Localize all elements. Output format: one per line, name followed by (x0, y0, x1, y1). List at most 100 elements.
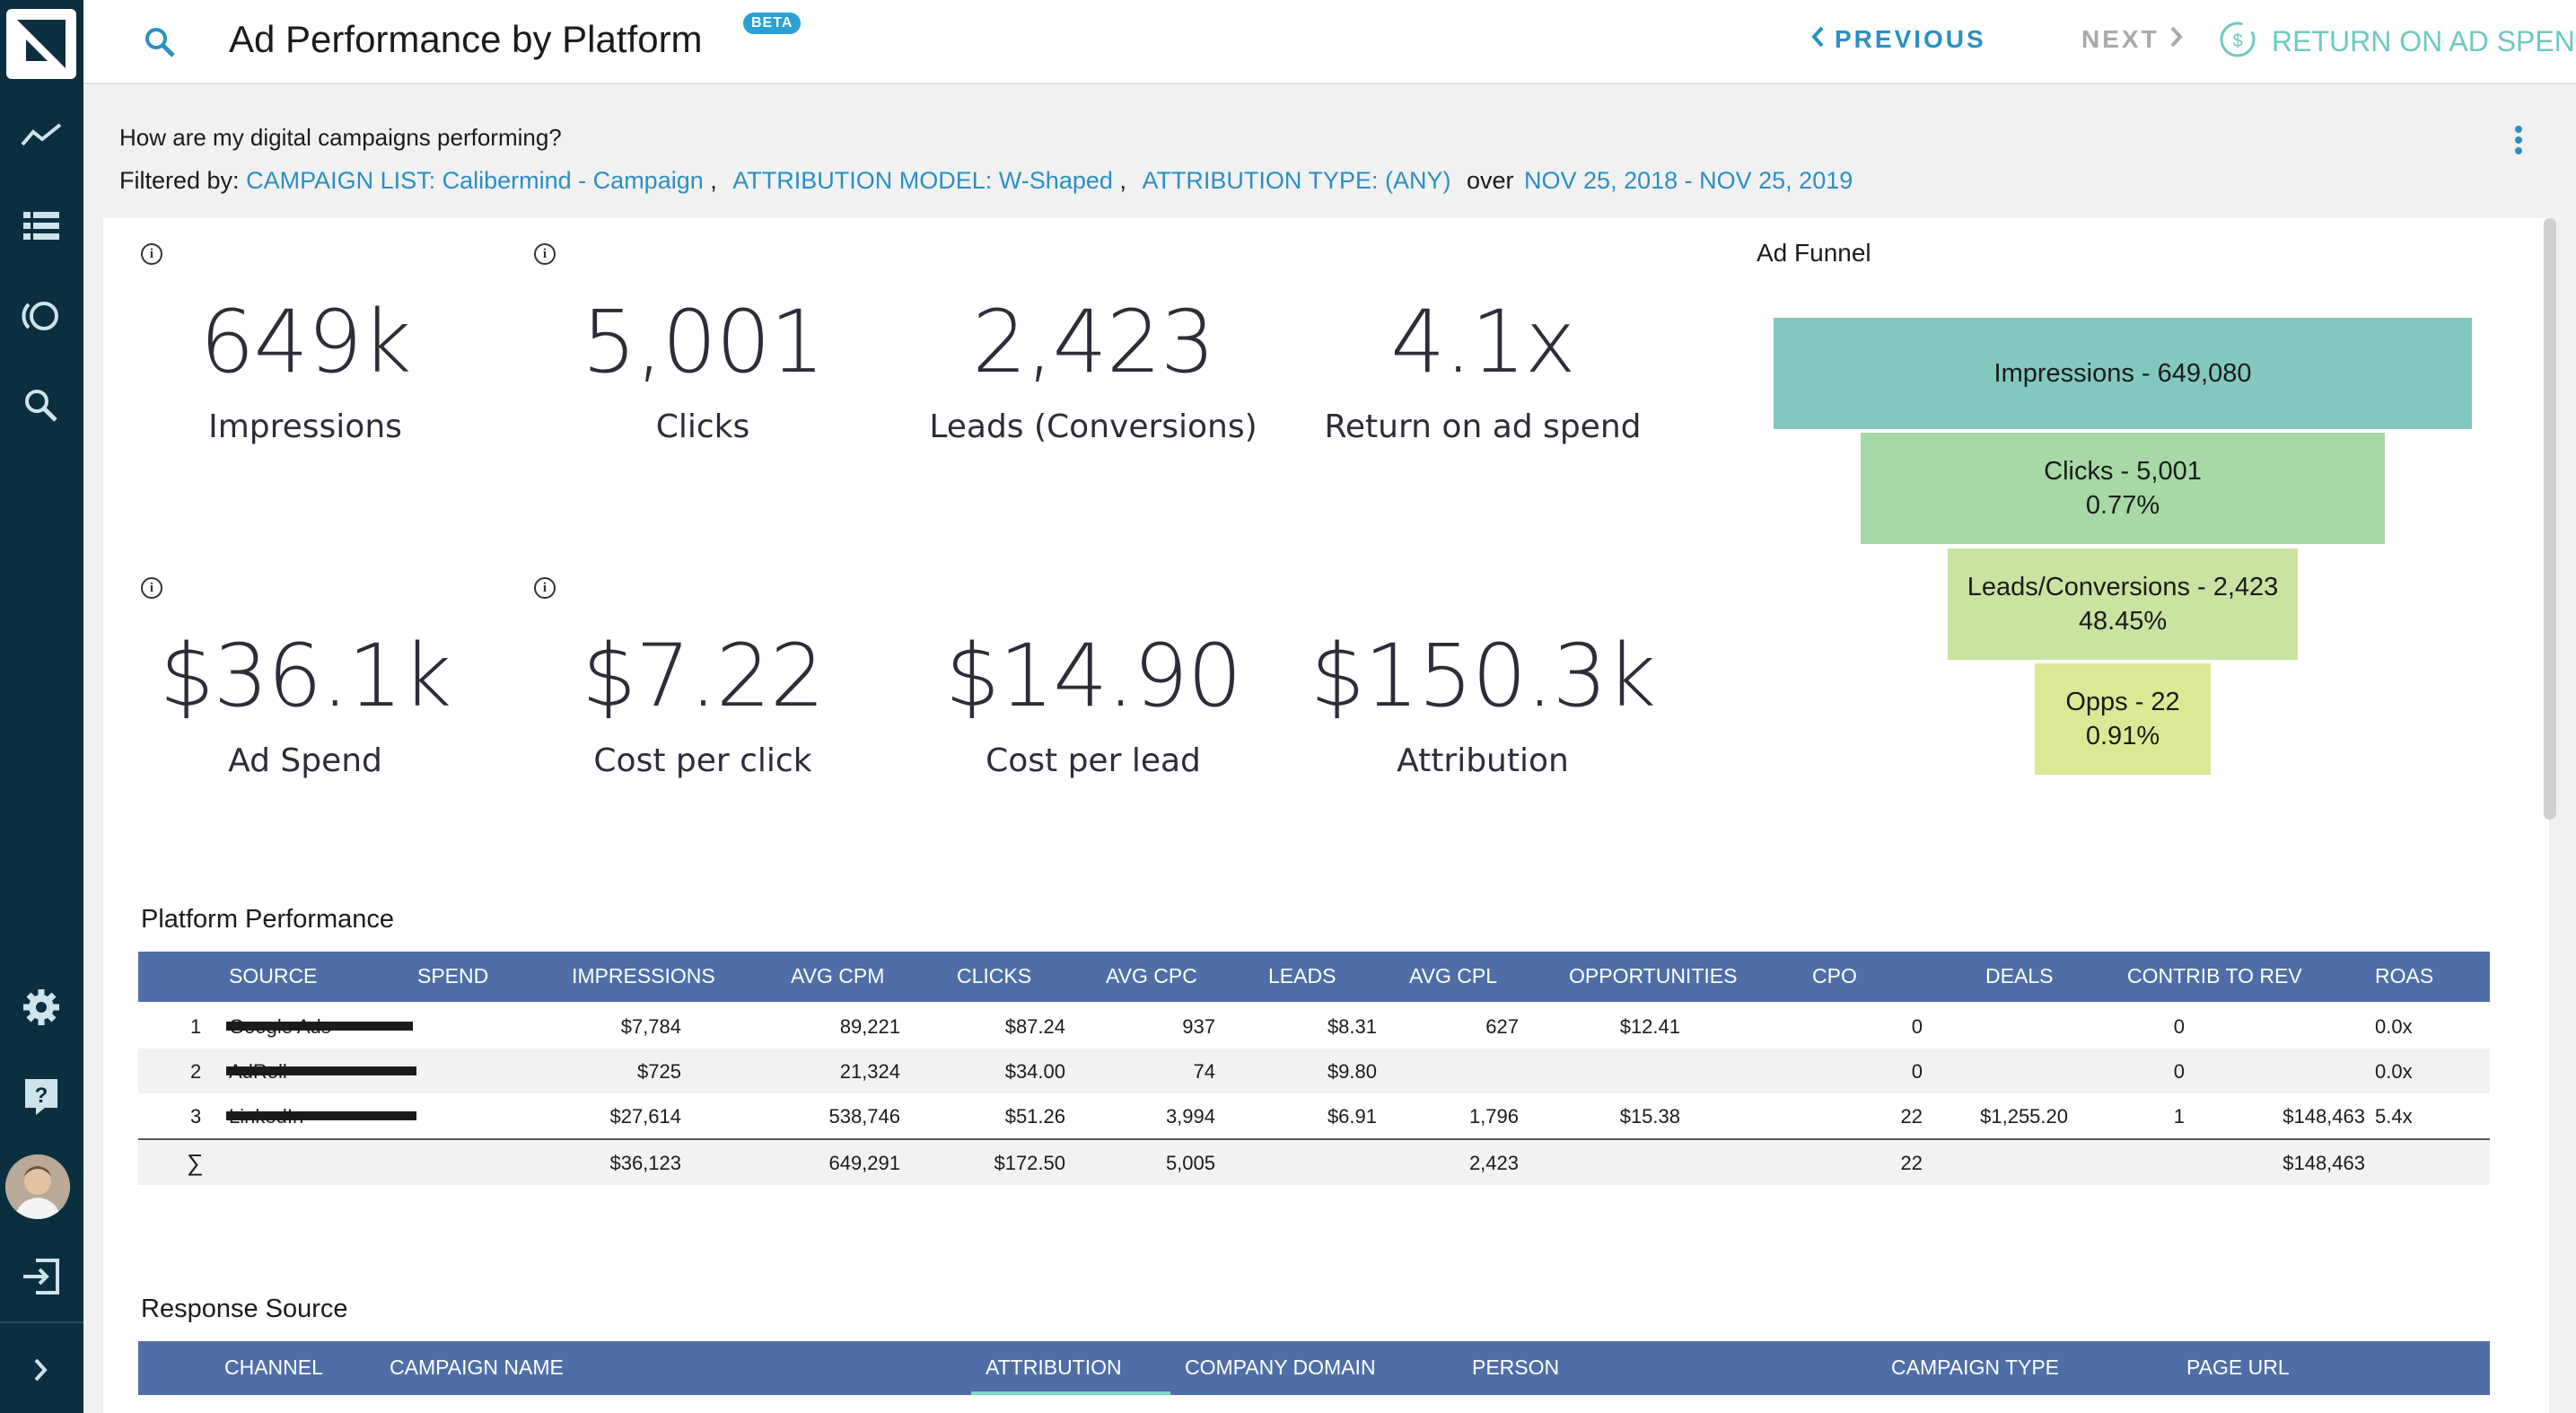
metric-value: $150.3k (1310, 626, 1657, 726)
filter-attribution-type[interactable]: ATTRIBUTION TYPE: (ANY) (1142, 167, 1450, 194)
column-header[interactable]: CONTRIB TO REV (2127, 964, 2302, 988)
metric-value: 5,001 (582, 292, 825, 392)
metric-label: Impressions (208, 408, 402, 445)
funnel-stage-label: Clicks - 5,001 (2044, 457, 2202, 486)
column-header[interactable]: AVG CPC (1106, 964, 1197, 988)
metric-value: 649k (199, 292, 412, 392)
column-header[interactable]: AVG CPL (1409, 964, 1497, 988)
column-header[interactable]: CLICKS (957, 964, 1031, 988)
column-header[interactable]: DEALS (1985, 964, 2053, 988)
column-header[interactable]: CAMPAIGN TYPE (1891, 1356, 2059, 1380)
trend-icon[interactable] (14, 108, 68, 162)
column-header[interactable]: PAGE URL (2186, 1356, 2290, 1380)
filter-attribution-model[interactable]: ATTRIBUTION MODEL: W-Shaped (732, 167, 1113, 194)
metric-label: Cost per click (593, 742, 812, 779)
row-cpm: $87.24 (1004, 1015, 1065, 1038)
filter-campaign-list[interactable]: CAMPAIGN LIST: Calibermind - Campaign (246, 167, 704, 194)
sidebar-divider (0, 1321, 83, 1323)
search-icon[interactable] (14, 379, 68, 433)
table-total-row: ∑ $36,123 649,291 $172.50 5,005 2,423 22… (138, 1140, 2490, 1185)
row-spend: $725 (637, 1060, 681, 1083)
row-roas: 0.0x (2375, 1060, 2413, 1083)
orbit-icon[interactable] (14, 289, 68, 343)
column-header[interactable]: AVG CPM (791, 964, 884, 988)
column-header[interactable]: SOURCE (229, 964, 317, 988)
column-header[interactable]: OPPORTUNITIES (1569, 964, 1737, 988)
row-cpm: $51.26 (1004, 1105, 1065, 1128)
help-icon[interactable]: ? (14, 1070, 68, 1124)
kpi-selector-label: RETURN ON AD SPEND (2272, 24, 2576, 57)
column-header[interactable]: CHANNEL (224, 1356, 323, 1380)
funnel-stage-rate: 0.77% (2085, 491, 2160, 520)
funnel-stage-impressions: Impressions - 649,080 (1774, 318, 2472, 429)
response-table-title: Response Source (141, 1295, 348, 1323)
column-header[interactable]: COMPANY DOMAIN (1185, 1356, 1376, 1380)
filter-over: over (1466, 167, 1514, 194)
row-leads: 627 (1485, 1015, 1519, 1038)
row-index: 1 (190, 1015, 202, 1038)
list-icon[interactable] (14, 199, 68, 253)
logout-icon[interactable] (14, 1250, 68, 1303)
metric-label: Ad Spend (228, 742, 382, 779)
row-spend: $27,614 (609, 1105, 681, 1128)
row-spend: $7,784 (620, 1015, 681, 1038)
total-contrib: $148,463 (2282, 1152, 2365, 1174)
next-label: NEXT (2081, 25, 2160, 53)
gear-icon[interactable] (14, 980, 68, 1034)
row-index: 2 (190, 1060, 202, 1083)
previous-button[interactable]: PREVIOUS (1811, 25, 1986, 54)
dollar-refresh-icon: $ (2218, 20, 2257, 63)
next-button[interactable]: NEXT (2081, 25, 2183, 54)
metric-value: 2,423 (972, 292, 1215, 392)
column-header[interactable]: CAMPAIGN NAME (390, 1356, 564, 1380)
row-cpc: $9.80 (1327, 1060, 1377, 1083)
metric-value: $7.22 (582, 626, 825, 726)
question-text: How are my digital campaigns performing? (119, 124, 562, 151)
avatar[interactable] (5, 1154, 70, 1219)
expand-icon[interactable] (14, 1343, 68, 1397)
logo-icon[interactable] (6, 9, 76, 79)
table-row[interactable]: 2 AdRoll $725 21,324 $34.00 74 $9.80 0 0… (138, 1049, 2490, 1093)
column-header[interactable]: ATTRIBUTION (986, 1356, 1122, 1380)
sum-icon: ∑ (187, 1149, 204, 1176)
row-clicks: 74 (1193, 1060, 1215, 1083)
kpi-selector[interactable]: $ RETURN ON AD SPEND (2218, 20, 2576, 63)
table-row[interactable]: 1 Google Ads $7,784 89,221 $87.24 937 $8… (138, 1004, 2490, 1049)
metric-attribution: $150.3k Attribution (1285, 626, 1680, 779)
svg-text:?: ? (35, 1084, 48, 1108)
row-cpl: $15.38 (1619, 1105, 1680, 1128)
metric-value: 4.1x (1390, 292, 1575, 392)
row-opps: 22 (1900, 1105, 1923, 1128)
row-deals: 0 (2173, 1060, 2185, 1083)
scrollbar[interactable] (2544, 218, 2556, 820)
funnel-stage-label: Opps - 22 (2065, 688, 2180, 716)
row-index: 3 (190, 1105, 202, 1128)
metric-label: Attribution (1397, 742, 1569, 779)
total-clicks: 5,005 (1165, 1152, 1215, 1174)
metric-cost-per-click: $7.22 Cost per click (505, 626, 900, 779)
filter-date-range[interactable]: NOV 25, 2018 - NOV 25, 2019 (1524, 167, 1853, 194)
row-opps: 0 (1911, 1015, 1923, 1038)
metric-label: Leads (Conversions) (929, 408, 1257, 445)
column-header[interactable]: LEADS (1268, 964, 1336, 988)
filter-bar: Filtered by: CAMPAIGN LIST: Calibermind … (119, 167, 1853, 194)
funnel-stage-opps: Opps - 22 0.91% (2035, 663, 2211, 775)
column-header[interactable]: PERSON (1472, 1356, 1559, 1380)
column-header[interactable]: ROAS (2375, 964, 2433, 988)
info-icon[interactable]: i (534, 243, 556, 265)
row-deals: 0 (2173, 1015, 2185, 1038)
column-header[interactable]: CPO (1812, 964, 1857, 988)
metric-leads: 2,423 Leads (Conversions) (896, 292, 1291, 445)
metric-impressions: 649k Impressions (108, 292, 503, 445)
info-icon[interactable]: i (141, 577, 162, 599)
top-bar: Ad Performance by Platform BETA PREVIOUS… (83, 0, 2576, 84)
funnel-stage-rate: 48.45% (2078, 607, 2168, 636)
info-icon[interactable]: i (534, 577, 556, 599)
column-header[interactable]: IMPRESSIONS (572, 964, 715, 988)
more-options-icon[interactable] (2510, 126, 2528, 158)
info-icon[interactable]: i (141, 243, 162, 265)
redaction-bar (226, 1111, 416, 1120)
column-header[interactable]: SPEND (417, 964, 488, 988)
search-icon[interactable] (137, 20, 182, 65)
table-row[interactable]: 3 LinkedIn $27,614 538,746 $51.26 3,994 … (138, 1093, 2490, 1138)
